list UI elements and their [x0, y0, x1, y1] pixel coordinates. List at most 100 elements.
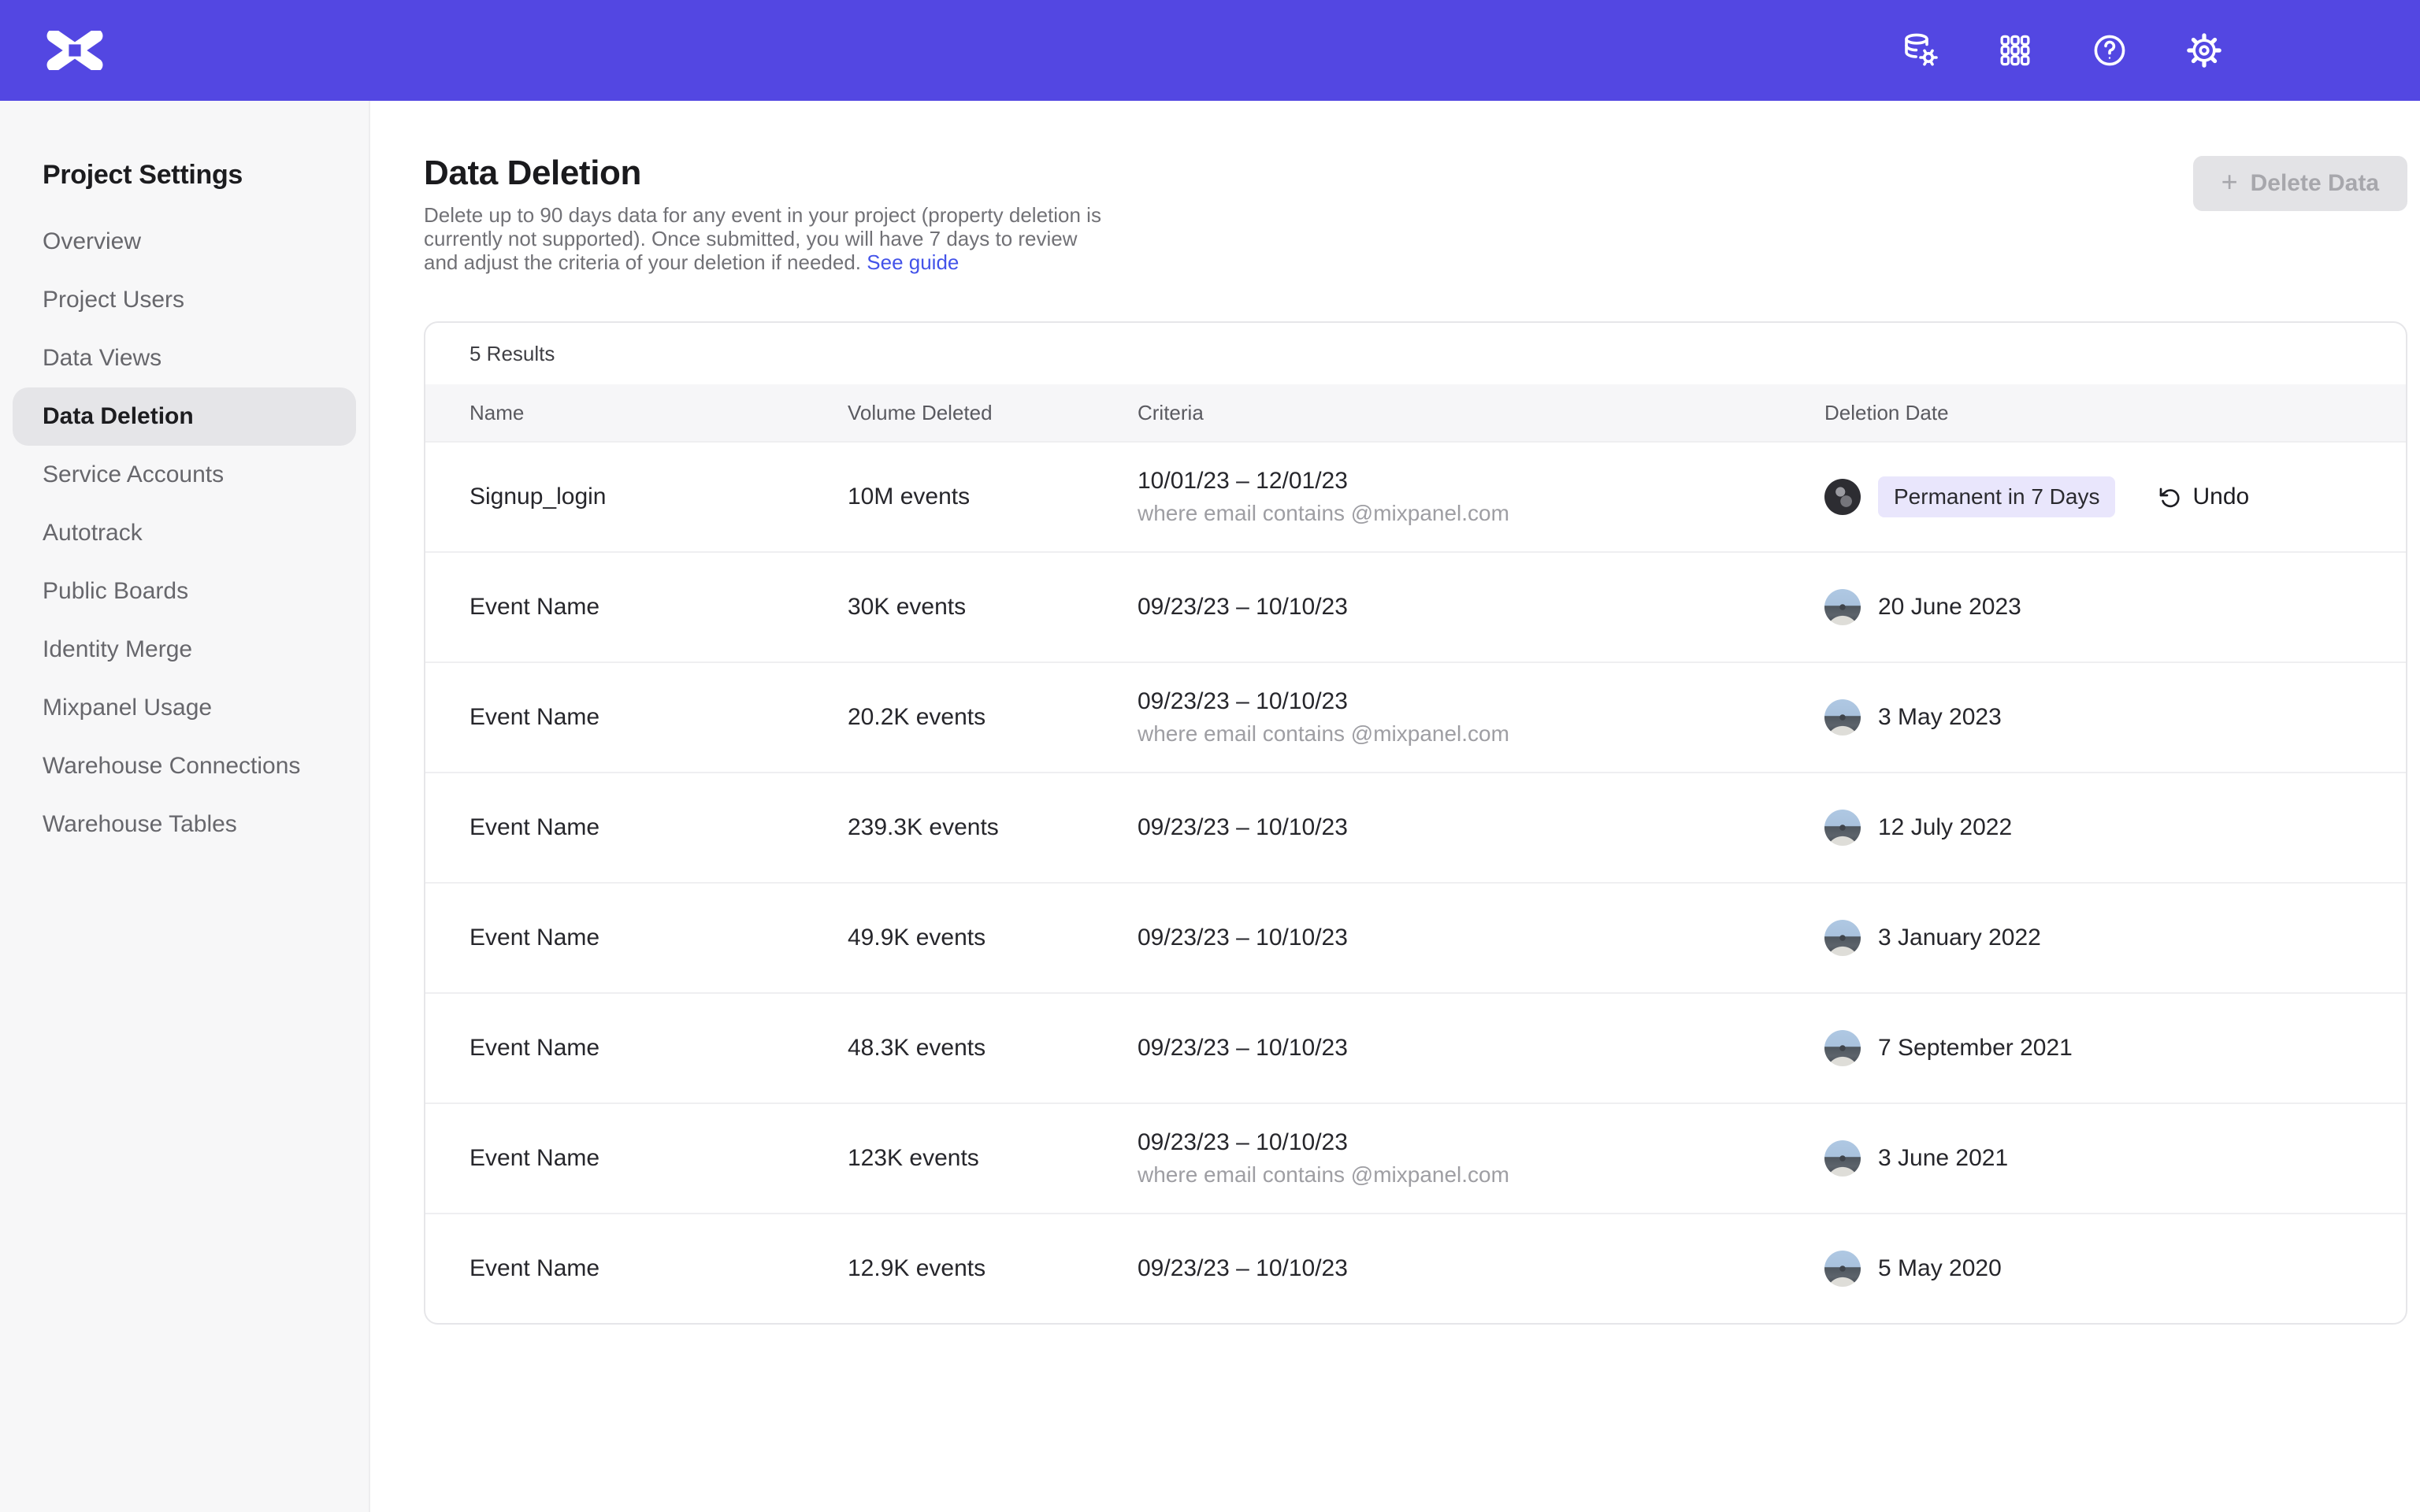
table-row: Event Name 30K events 09/23/23 – 10/10/2…	[425, 551, 2406, 662]
criteria-filter-detail: where email contains @mixpanel.com	[1138, 1162, 1824, 1188]
delete-data-button[interactable]: + Delete Data	[2193, 156, 2407, 211]
row-volume-deleted: 10M events	[848, 484, 1138, 510]
table-row: Event Name 12.9K events 09/23/23 – 10/10…	[425, 1213, 2406, 1323]
row-deletion-date: 7 September 2021	[1824, 1030, 2362, 1066]
sidebar-item-identity-merge[interactable]: Identity Merge	[13, 621, 356, 679]
user-avatar	[1824, 1140, 1861, 1177]
criteria-date-range: 09/23/23 – 10/10/23	[1138, 1129, 1824, 1156]
user-avatar	[1824, 810, 1861, 846]
delete-data-button-label: Delete Data	[2251, 170, 2379, 197]
sidebar-title: Project Settings	[43, 158, 369, 192]
criteria-date-range: 09/23/23 – 10/10/23	[1138, 1255, 1824, 1282]
sidebar-item-service-accounts[interactable]: Service Accounts	[13, 446, 356, 504]
permanence-badge: Permanent in 7 Days	[1878, 476, 2115, 517]
table-row: Event Name 123K events 09/23/23 – 10/10/…	[425, 1102, 2406, 1213]
row-volume-deleted: 12.9K events	[848, 1255, 1138, 1282]
row-volume-deleted: 239.3K events	[848, 814, 1138, 841]
row-event-name: Signup_login	[470, 484, 848, 510]
page-title: Data Deletion	[424, 153, 1117, 194]
sidebar-item-overview[interactable]: Overview	[13, 213, 356, 271]
sidebar-item-public-boards[interactable]: Public Boards	[13, 562, 356, 621]
undo-button[interactable]: Undo	[2156, 484, 2249, 510]
row-deletion-date: 20 June 2023	[1824, 589, 2362, 625]
user-avatar	[1824, 920, 1861, 956]
sidebar-item-project-users[interactable]: Project Users	[13, 271, 356, 329]
criteria-date-range: 09/23/23 – 10/10/23	[1138, 594, 1824, 621]
row-event-name: Event Name	[470, 594, 848, 621]
apps-grid-icon[interactable]	[1996, 32, 2034, 69]
table-row: Event Name 49.9K events 09/23/23 – 10/10…	[425, 882, 2406, 992]
row-event-name: Event Name	[470, 704, 848, 731]
user-avatar	[1824, 1251, 1861, 1287]
column-header-deletion-date: Deletion Date	[1824, 401, 2362, 425]
row-volume-deleted: 48.3K events	[848, 1035, 1138, 1062]
sidebar-item-warehouse-tables[interactable]: Warehouse Tables	[13, 795, 356, 854]
row-event-name: Event Name	[470, 814, 848, 841]
help-icon[interactable]	[2091, 32, 2129, 69]
deletion-date-text: 7 September 2021	[1878, 1035, 2073, 1062]
results-count: 5 Results	[425, 323, 2406, 384]
page-header: Data Deletion Delete up to 90 days data …	[424, 153, 2407, 274]
mixpanel-logo[interactable]	[46, 31, 104, 70]
criteria-date-range: 09/23/23 – 10/10/23	[1138, 814, 1824, 841]
row-criteria: 10/01/23 – 12/01/23 where email contains…	[1138, 468, 1824, 526]
row-event-name: Event Name	[470, 1145, 848, 1172]
table-row: Signup_login 10M events 10/01/23 – 12/01…	[425, 441, 2406, 551]
row-event-name: Event Name	[470, 1255, 848, 1282]
column-header-volume-deleted: Volume Deleted	[848, 401, 1138, 425]
criteria-filter-detail: where email contains @mixpanel.com	[1138, 721, 1824, 747]
row-event-name: Event Name	[470, 1035, 848, 1062]
column-header-name: Name	[470, 401, 848, 425]
criteria-date-range: 09/23/23 – 10/10/23	[1138, 1035, 1824, 1062]
row-deletion-date: 5 May 2020	[1824, 1251, 2362, 1287]
project-settings-sidebar: Project Settings OverviewProject UsersDa…	[0, 101, 370, 1512]
sidebar-item-data-views[interactable]: Data Views	[13, 329, 356, 387]
row-criteria: 09/23/23 – 10/10/23 where email contains…	[1138, 1129, 1824, 1188]
sidebar-item-autotrack[interactable]: Autotrack	[13, 504, 356, 562]
sidebar-item-warehouse-connections[interactable]: Warehouse Connections	[13, 737, 356, 795]
sidebar-item-data-deletion[interactable]: Data Deletion	[13, 387, 356, 446]
deletion-date-text: 5 May 2020	[1878, 1255, 2002, 1282]
deletion-date-text: 12 July 2022	[1878, 814, 2012, 841]
settings-icon[interactable]	[2185, 32, 2223, 69]
page-header-text: Data Deletion Delete up to 90 days data …	[424, 153, 1117, 274]
table-row: Event Name 48.3K events 09/23/23 – 10/10…	[425, 992, 2406, 1102]
row-criteria: 09/23/23 – 10/10/23	[1138, 1255, 1824, 1282]
deletion-date-text: 20 June 2023	[1878, 594, 2021, 621]
row-volume-deleted: 123K events	[848, 1145, 1138, 1172]
sidebar-item-list: OverviewProject UsersData ViewsData Dele…	[0, 213, 369, 854]
table-row: Event Name 20.2K events 09/23/23 – 10/10…	[425, 662, 2406, 772]
row-criteria: 09/23/23 – 10/10/23	[1138, 594, 1824, 621]
criteria-filter-detail: where email contains @mixpanel.com	[1138, 501, 1824, 526]
row-criteria: 09/23/23 – 10/10/23 where email contains…	[1138, 688, 1824, 747]
deletion-date-text: 3 June 2021	[1878, 1145, 2008, 1172]
row-deletion-date: 3 June 2021	[1824, 1140, 2362, 1177]
user-avatar	[1824, 1030, 1861, 1066]
row-event-name: Event Name	[470, 925, 848, 951]
row-criteria: 09/23/23 – 10/10/23	[1138, 925, 1824, 951]
row-volume-deleted: 20.2K events	[848, 704, 1138, 731]
data-management-icon[interactable]	[1902, 32, 1939, 69]
top-navigation-bar	[0, 0, 2420, 101]
row-deletion-date: 12 July 2022	[1824, 810, 2362, 846]
row-deletion-date: 3 May 2023	[1824, 699, 2362, 736]
undo-label: Undo	[2192, 484, 2249, 510]
row-volume-deleted: 30K events	[848, 594, 1138, 621]
row-criteria: 09/23/23 – 10/10/23	[1138, 814, 1824, 841]
topbar-icon-group	[1902, 0, 2223, 101]
page-description: Delete up to 90 days data for any event …	[424, 203, 1117, 274]
user-avatar	[1824, 699, 1861, 736]
row-volume-deleted: 49.9K events	[848, 925, 1138, 951]
deletion-date-text: 3 May 2023	[1878, 704, 2002, 731]
user-avatar	[1824, 589, 1861, 625]
criteria-date-range: 10/01/23 – 12/01/23	[1138, 468, 1824, 495]
table-body: Signup_login 10M events 10/01/23 – 12/01…	[425, 441, 2406, 1323]
row-deletion-date: Permanent in 7 Days Undo	[1824, 476, 2362, 517]
row-criteria: 09/23/23 – 10/10/23	[1138, 1035, 1824, 1062]
criteria-date-range: 09/23/23 – 10/10/23	[1138, 925, 1824, 951]
row-deletion-date: 3 January 2022	[1824, 920, 2362, 956]
see-guide-link[interactable]: See guide	[867, 250, 959, 274]
sidebar-item-mixpanel-usage[interactable]: Mixpanel Usage	[13, 679, 356, 737]
page-description-text: Delete up to 90 days data for any event …	[424, 203, 1101, 274]
plus-icon: +	[2221, 168, 2238, 196]
